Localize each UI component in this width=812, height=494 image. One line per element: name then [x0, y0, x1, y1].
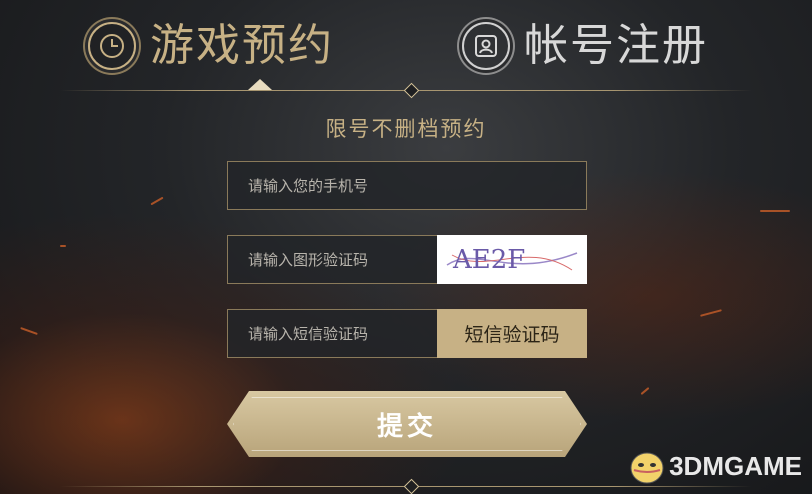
bottom-divider-diamond	[403, 478, 420, 494]
ember-decoration	[640, 387, 650, 395]
ember-decoration	[20, 326, 38, 336]
active-tab-indicator	[248, 79, 272, 90]
divider-diamond	[403, 82, 420, 99]
watermark-3dmgame: 3DMGAME	[625, 446, 802, 486]
ember-decoration	[150, 196, 164, 206]
ember-decoration	[760, 210, 790, 212]
watermark-text: 3DMGAME	[669, 450, 802, 481]
captcha-input[interactable]	[228, 236, 438, 283]
sms-field: 短信验证码	[227, 309, 587, 358]
tab-account-register[interactable]: 帐号注册	[462, 16, 708, 76]
phone-input[interactable]	[228, 162, 586, 209]
captcha-image[interactable]: AE2F	[437, 235, 587, 284]
sms-input[interactable]	[228, 310, 438, 357]
captcha-text: AE2F	[452, 245, 525, 275]
send-sms-button[interactable]: 短信验证码	[437, 309, 587, 358]
ember-decoration	[60, 245, 66, 247]
clock-icon	[88, 22, 136, 70]
tab-game-reservation-label: 游戏预约	[150, 20, 334, 71]
tab-game-reservation[interactable]: 游戏预约	[88, 16, 334, 76]
tab-account-register-label: 帐号注册	[524, 20, 708, 71]
captcha-field: AE2F	[227, 235, 587, 284]
ember-decoration	[700, 309, 722, 317]
mascot-icon	[630, 452, 664, 484]
phone-field	[227, 161, 587, 210]
form-title: 限号不删档预约	[325, 117, 487, 141]
user-card-icon	[462, 22, 510, 70]
submit-button[interactable]: 提交	[227, 391, 587, 457]
